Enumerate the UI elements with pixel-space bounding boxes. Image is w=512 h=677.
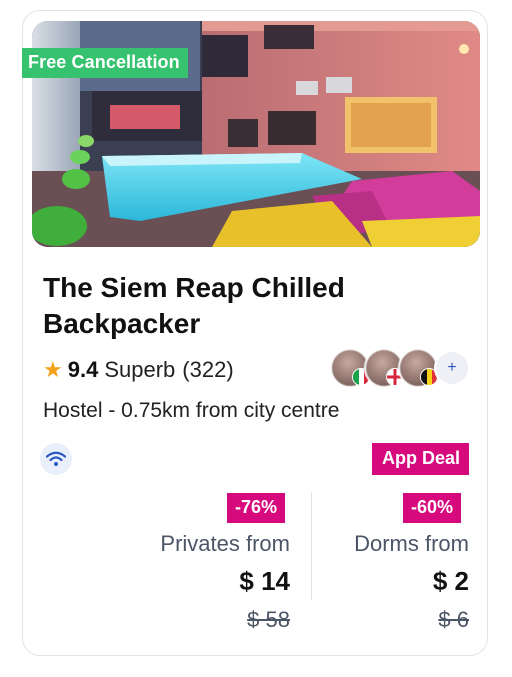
- dorms-price[interactable]: $ 2: [320, 566, 469, 597]
- dorms-label: Dorms from: [354, 531, 469, 556]
- dorms-old-price: $ 6: [438, 607, 469, 632]
- privates-label: Privates from: [160, 531, 290, 556]
- privates-discount-badge: -76%: [227, 493, 286, 523]
- hostel-title[interactable]: The Siem Reap Chilled Backpacker: [43, 270, 443, 342]
- review-count: (322): [182, 357, 234, 382]
- privates-old-price: $ 58: [247, 607, 290, 632]
- property-description: Hostel - 0.75km from city centre: [43, 399, 340, 422]
- privates-price[interactable]: $ 14: [110, 566, 290, 597]
- price-divider: [311, 492, 312, 600]
- wifi-icon: [40, 443, 72, 475]
- dorms-discount-badge: -60%: [403, 493, 462, 523]
- more-reviewers-button[interactable]: +: [434, 350, 470, 386]
- app-deal-badge: App Deal: [371, 443, 469, 475]
- rating-word: Superb: [104, 357, 176, 382]
- star-icon: ★: [43, 357, 63, 382]
- free-cancellation-badge: Free Cancellation: [22, 48, 188, 78]
- rating-score: 9.4: [67, 357, 99, 382]
- reviewer-avatars[interactable]: +: [330, 348, 470, 388]
- rating-row[interactable]: ★ 9.4 Superb (322): [43, 357, 234, 383]
